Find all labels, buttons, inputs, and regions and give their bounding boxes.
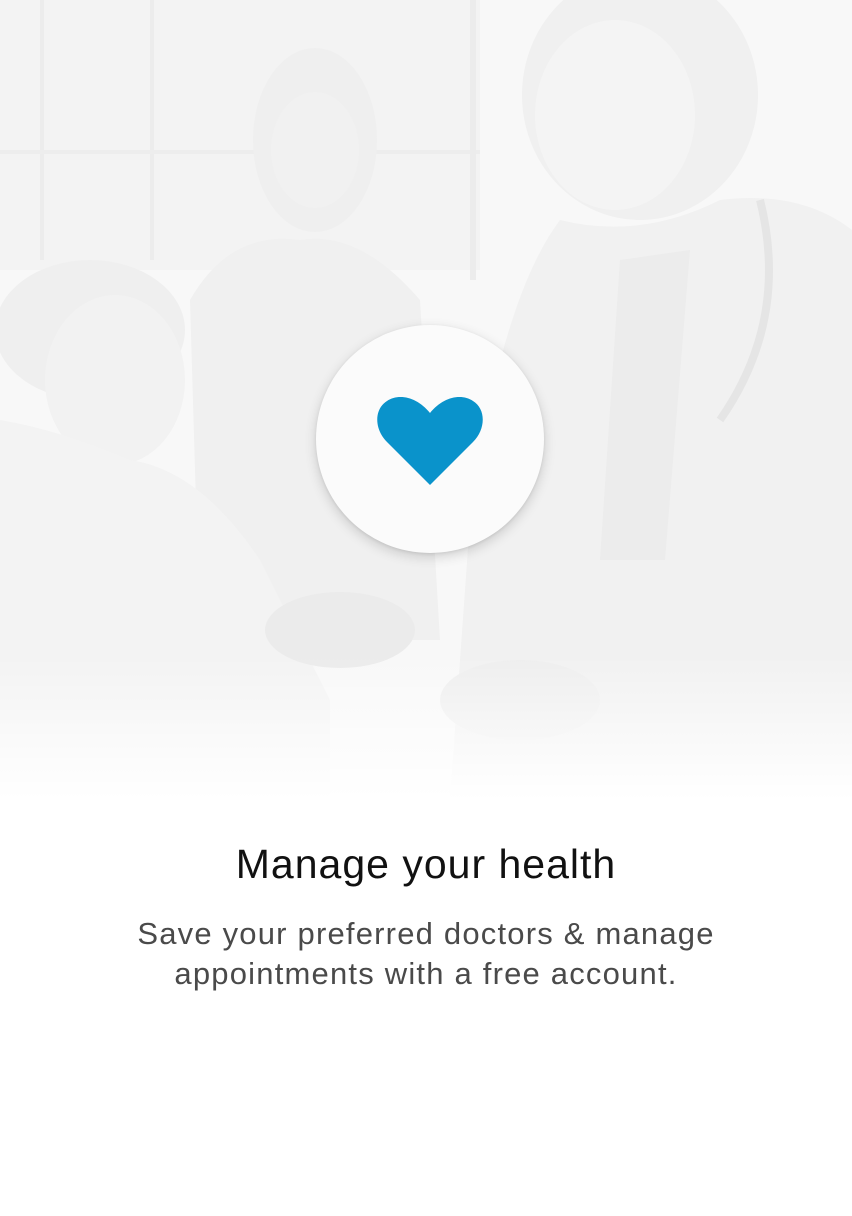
page-subtitle: Save your preferred doctors & manage app… — [137, 916, 715, 991]
page-title: Manage your health — [235, 841, 617, 887]
heart-icon — [377, 397, 483, 485]
heart-icon-badge — [316, 325, 544, 553]
onboarding-screen: Manage your health Save your preferred d… — [0, 0, 852, 1216]
